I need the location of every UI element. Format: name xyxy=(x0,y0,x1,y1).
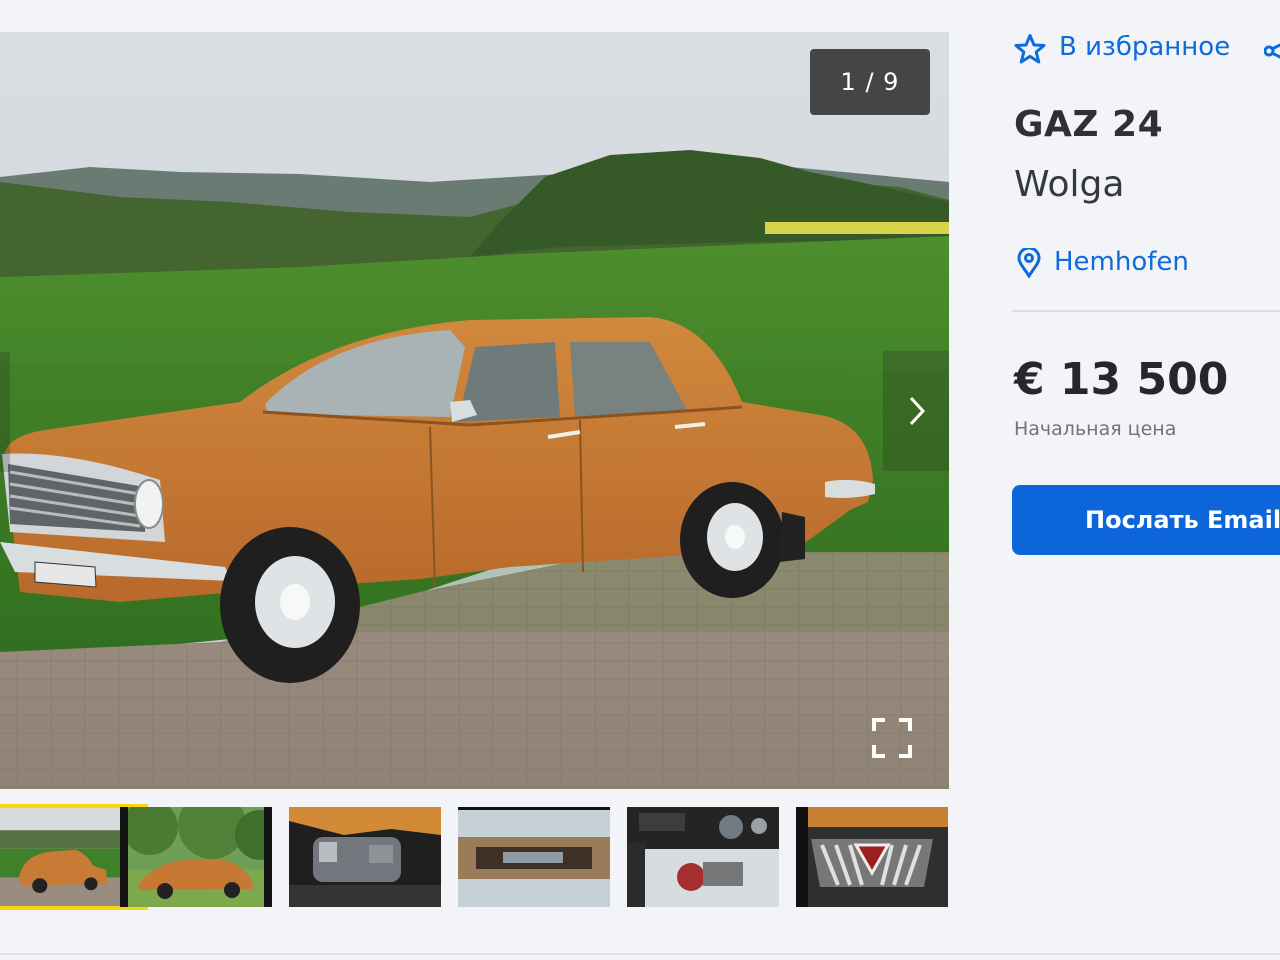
photo-gallery[interactable]: 1 / 9 xyxy=(0,32,949,789)
thumbnail-3[interactable] xyxy=(289,807,441,907)
thumbnail-5[interactable] xyxy=(627,807,779,907)
thumb-dash-panel xyxy=(458,807,610,907)
chevron-right-icon xyxy=(909,396,926,426)
location-text: Hemhofen xyxy=(1054,247,1189,277)
price: € 13 500 xyxy=(1014,354,1229,405)
listing-title: GAZ 24 xyxy=(1014,104,1164,145)
star-icon xyxy=(1014,34,1046,64)
bottom-divider xyxy=(0,953,1280,955)
previous-image-button[interactable] xyxy=(0,352,10,472)
listing-subtitle: Wolga xyxy=(1014,164,1125,205)
thumb-tree-side-view xyxy=(120,807,272,907)
next-image-button[interactable] xyxy=(883,351,949,471)
favorite-button[interactable]: В избранное xyxy=(1012,30,1280,72)
thumb-grille xyxy=(796,807,948,907)
share-icon[interactable] xyxy=(1264,38,1280,64)
favorite-label: В избранное xyxy=(1059,32,1231,62)
thumbnail-4[interactable] xyxy=(458,807,610,907)
thumbnail-strip xyxy=(0,804,956,914)
thumb-interior xyxy=(627,807,779,907)
map-pin-icon xyxy=(1017,248,1041,278)
main-car-photo[interactable] xyxy=(0,32,949,789)
listing-page: 1 / 9 В избранное GAZ 24 Wolga Hemhofen … xyxy=(0,0,1280,960)
fullscreen-icon[interactable] xyxy=(869,715,915,761)
thumb-engine-bay xyxy=(289,807,441,907)
price-note: Начальная цена xyxy=(1014,418,1177,440)
image-counter: 1 / 9 xyxy=(810,49,930,115)
divider xyxy=(1012,310,1280,312)
send-email-button[interactable]: Послать Email xyxy=(1012,485,1280,555)
thumbnail-2[interactable] xyxy=(120,807,272,907)
listing-details-panel: В избранное GAZ 24 Wolga Hemhofen € 13 5… xyxy=(1012,30,1280,960)
thumbnail-6[interactable] xyxy=(796,807,948,907)
